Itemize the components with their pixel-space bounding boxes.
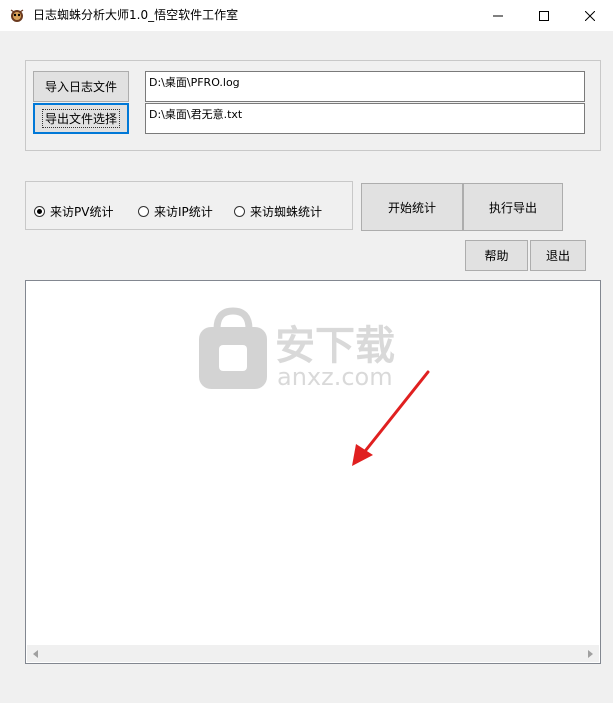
- radio-spider-dot: [234, 206, 245, 217]
- close-icon: [585, 10, 595, 21]
- radio-ip[interactable]: 来访IP统计: [138, 203, 213, 220]
- start-stats-button[interactable]: 开始统计: [361, 183, 463, 231]
- maximize-button[interactable]: [521, 0, 567, 31]
- import-path-field[interactable]: D:\桌面\PFRO.log: [145, 71, 585, 102]
- execute-export-button[interactable]: 执行导出: [463, 183, 563, 231]
- radio-pv[interactable]: 来访PV统计: [34, 203, 113, 220]
- watermark-subtext: anxz.com: [277, 363, 393, 391]
- close-button[interactable]: [567, 0, 613, 31]
- radio-spider[interactable]: 来访蜘蛛统计: [234, 203, 322, 220]
- radio-ip-label: 来访IP统计: [154, 205, 213, 219]
- title-bar: 日志蜘蛛分析大师1.0_悟空软件工作室: [0, 0, 613, 31]
- radio-pv-label: 来访PV统计: [50, 205, 114, 219]
- radio-spider-label: 来访蜘蛛统计: [250, 205, 323, 219]
- export-file-select-label: 导出文件选择: [41, 109, 120, 128]
- horizontal-scrollbar[interactable]: [27, 645, 599, 662]
- window-title: 日志蜘蛛分析大师1.0_悟空软件工作室: [33, 8, 239, 22]
- spider-icon: [10, 9, 24, 22]
- exit-button[interactable]: 退出: [530, 240, 586, 271]
- export-path-field[interactable]: D:\桌面\君无意.txt: [145, 103, 585, 134]
- import-log-button[interactable]: 导入日志文件: [33, 71, 129, 102]
- radio-pv-dot: [34, 206, 45, 217]
- scroll-right-icon[interactable]: [588, 650, 593, 658]
- watermark-bag-icon: [199, 307, 267, 389]
- minimize-icon: [493, 15, 503, 16]
- help-button[interactable]: 帮助: [465, 240, 528, 271]
- export-file-select-button[interactable]: 导出文件选择: [33, 103, 129, 134]
- maximize-icon: [539, 10, 549, 21]
- scroll-left-icon[interactable]: [33, 650, 38, 658]
- minimize-button[interactable]: [475, 0, 521, 31]
- radio-ip-dot: [138, 206, 149, 217]
- watermark: 安下载 anxz.com: [197, 305, 427, 405]
